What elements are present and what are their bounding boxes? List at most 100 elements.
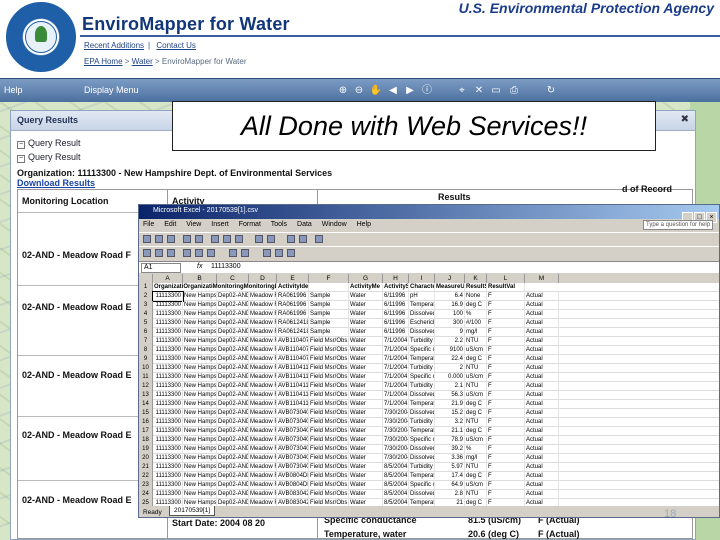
refresh-icon[interactable]: ↻ <box>544 84 558 97</box>
sheet-cell[interactable]: Water <box>349 382 383 391</box>
sheet-cell[interactable]: 11113300 <box>153 373 183 382</box>
sheet-cell[interactable]: AVB110407 <box>277 337 309 346</box>
sheet-cell[interactable]: 300 <box>435 319 465 328</box>
sheet-cell[interactable]: AVB0730405 <box>277 409 309 418</box>
clear-icon[interactable]: ✕ <box>472 84 486 97</box>
sheet-cell[interactable]: NTU <box>465 418 487 427</box>
sheet-cell[interactable]: AVB0804DD <box>277 481 309 490</box>
sheet-cell[interactable]: Specific c <box>409 346 435 355</box>
sheet-cell[interactable]: New Hampshire <box>183 337 217 346</box>
sheet-cell[interactable]: 8/5/2004 <box>383 490 409 499</box>
sheet-cell[interactable]: Turbidity <box>409 337 435 346</box>
sheet-cell[interactable]: RA0612418 <box>277 328 309 337</box>
sheet-cell[interactable]: Meadow Road Bridge <box>249 481 277 490</box>
sheet-cell[interactable]: 8/5/2004 <box>383 481 409 490</box>
column-header[interactable]: F <box>309 274 349 283</box>
sheet-cell[interactable]: 11113300 <box>153 328 183 337</box>
sheet-cell[interactable]: % <box>465 310 487 319</box>
sheet-cell[interactable]: Actual <box>525 346 559 355</box>
sheet-cell[interactable]: Dep02-AND <box>217 427 249 436</box>
sheet-cell[interactable]: Water <box>349 355 383 364</box>
menu-edit[interactable]: Edit <box>164 221 176 228</box>
pan-icon[interactable]: ✋ <box>369 84 383 97</box>
column-header[interactable]: M <box>525 274 559 283</box>
formula-input[interactable]: 11113300 <box>211 263 241 270</box>
sheet-cell[interactable]: % <box>465 445 487 454</box>
sheet-cell[interactable]: AVB0730406 <box>277 445 309 454</box>
sheet-cell[interactable]: Field Msr/Obs <box>309 400 349 409</box>
sheet-cell[interactable]: F <box>487 418 525 427</box>
sheet-cell[interactable]: 11113300 <box>153 355 183 364</box>
sheet-cell[interactable]: F <box>487 337 525 346</box>
sheet-cell[interactable]: Meadow Road Bridge <box>249 463 277 472</box>
sheet-cell[interactable]: Dissolved <box>409 490 435 499</box>
menu-insert[interactable]: Insert <box>211 221 229 228</box>
back-icon[interactable]: ◀ <box>386 84 400 97</box>
sheet-cell[interactable]: uS/cm <box>465 391 487 400</box>
sheet-cell[interactable]: Dep02-AND <box>217 310 249 319</box>
sheet-cell[interactable]: 2.2 <box>435 337 465 346</box>
sheet-cell[interactable]: Water <box>349 490 383 499</box>
sheet-cell[interactable]: 2.1 <box>435 382 465 391</box>
sheet-cell[interactable]: 11113300 <box>153 481 183 490</box>
sheet-cell[interactable]: RA0612418 <box>277 319 309 328</box>
sheet-cell[interactable]: Actual <box>525 427 559 436</box>
sheet-cell[interactable]: 39.2 <box>435 445 465 454</box>
sheet-cell[interactable]: NTU <box>465 382 487 391</box>
sheet-cell[interactable]: 56.3 <box>435 391 465 400</box>
sheet-cell[interactable]: F <box>487 445 525 454</box>
sheet-cell[interactable]: Sample <box>309 319 349 328</box>
undo-icon[interactable] <box>255 235 263 243</box>
underline-icon[interactable] <box>167 249 175 257</box>
sheet-cell[interactable]: 7/1/2004 <box>383 382 409 391</box>
sheet-cell[interactable]: 11113300 <box>153 400 183 409</box>
row-header[interactable]: 11 <box>139 373 153 382</box>
redo-icon[interactable] <box>267 235 275 243</box>
sheet-cell[interactable]: NTU <box>465 463 487 472</box>
sheet-cell[interactable]: New Hampshire <box>183 409 217 418</box>
sheet-cell[interactable]: 9 <box>435 328 465 337</box>
sheet-cell[interactable]: Water <box>349 310 383 319</box>
sheet-cell[interactable]: New Hampshire <box>183 472 217 481</box>
sheet-cell[interactable]: New Hampshire <box>183 328 217 337</box>
sheet-cell[interactable]: Sample <box>309 328 349 337</box>
sheet-cell[interactable]: New Hampshire <box>183 346 217 355</box>
sheet-cell[interactable]: AVB0730406 <box>277 436 309 445</box>
cut-icon[interactable] <box>211 235 219 243</box>
column-header[interactable]: E <box>277 274 309 283</box>
sheet-cell[interactable]: deg C <box>465 409 487 418</box>
sheet-cell[interactable]: F <box>487 292 525 301</box>
sheet-cell[interactable]: Meadow Road Bridge <box>249 472 277 481</box>
new-icon[interactable] <box>143 235 151 243</box>
sheet-cell[interactable]: 6/11996 <box>383 301 409 310</box>
row-header[interactable]: 12 <box>139 382 153 391</box>
sheet-cell[interactable]: Meadow Road Bridge <box>249 292 277 301</box>
sheet-cell[interactable]: Dep02-AND <box>217 319 249 328</box>
row-header[interactable]: 1 <box>139 283 153 292</box>
sheet-cell[interactable]: 7/30/2004 <box>383 445 409 454</box>
sheet-cell[interactable]: Meadow Road Bridge <box>249 364 277 373</box>
row-header[interactable]: 5 <box>139 319 153 328</box>
italic-icon[interactable] <box>155 249 163 257</box>
sheet-cell[interactable]: Meadow Road Bridge <box>249 301 277 310</box>
sheet-cell[interactable]: #/100 <box>465 319 487 328</box>
column-header[interactable]: H <box>383 274 409 283</box>
row-header[interactable]: 22 <box>139 472 153 481</box>
sheet-cell[interactable]: Dep02-AND <box>217 490 249 499</box>
sheet-cell[interactable]: 15.2 <box>435 409 465 418</box>
sheet-cell[interactable]: OrganizatiOrganizatiMonitoringMonitoring… <box>153 283 277 292</box>
sheet-cell[interactable]: Actual <box>525 364 559 373</box>
sheet-cell[interactable]: deg C <box>465 427 487 436</box>
sheet-cell[interactable]: 3.36 <box>435 454 465 463</box>
sheet-cell[interactable]: F <box>487 310 525 319</box>
sheet-cell[interactable]: mg/l <box>465 454 487 463</box>
sheet-cell[interactable]: uS/cm <box>465 373 487 382</box>
sheet-cell[interactable]: 8/5/2004 <box>383 472 409 481</box>
sheet-cell[interactable]: F <box>487 301 525 310</box>
sheet-cell[interactable]: Dep02-AND <box>217 382 249 391</box>
breadcrumb-water[interactable]: Water <box>132 57 153 66</box>
sheet-cell[interactable]: 11113300 <box>153 310 183 319</box>
query-result-node[interactable]: − Query Result <box>17 138 81 149</box>
sheet-cell[interactable]: Meadow Road Bridge <box>249 391 277 400</box>
sheet-cell[interactable]: AVB110411 <box>277 382 309 391</box>
